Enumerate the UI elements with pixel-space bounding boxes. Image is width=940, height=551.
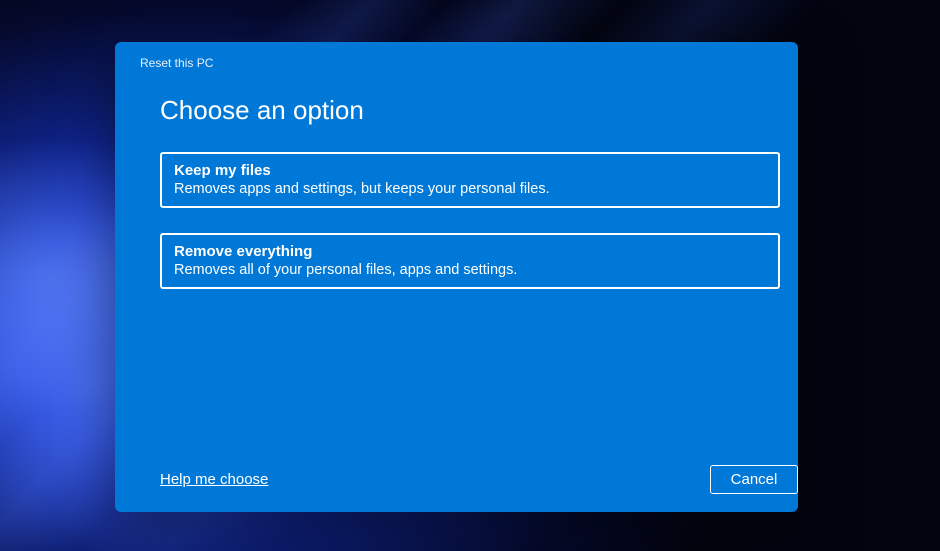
option-title: Remove everything xyxy=(174,243,766,260)
reset-pc-dialog: Reset this PC Choose an option Keep my f… xyxy=(115,42,798,512)
dialog-footer: Help me choose Cancel xyxy=(160,455,753,494)
dialog-content: Choose an option Keep my files Removes a… xyxy=(115,75,798,512)
dialog-heading: Choose an option xyxy=(160,95,753,126)
remove-everything-option[interactable]: Remove everything Removes all of your pe… xyxy=(160,233,780,289)
option-title: Keep my files xyxy=(174,162,766,179)
dialog-title: Reset this PC xyxy=(140,56,213,70)
keep-my-files-option[interactable]: Keep my files Removes apps and settings,… xyxy=(160,152,780,208)
dialog-titlebar: Reset this PC xyxy=(115,42,798,75)
option-list: Keep my files Removes apps and settings,… xyxy=(160,152,753,289)
option-description: Removes apps and settings, but keeps you… xyxy=(174,181,766,197)
option-description: Removes all of your personal files, apps… xyxy=(174,262,766,278)
cancel-button[interactable]: Cancel xyxy=(710,465,798,494)
help-me-choose-link[interactable]: Help me choose xyxy=(160,471,268,488)
